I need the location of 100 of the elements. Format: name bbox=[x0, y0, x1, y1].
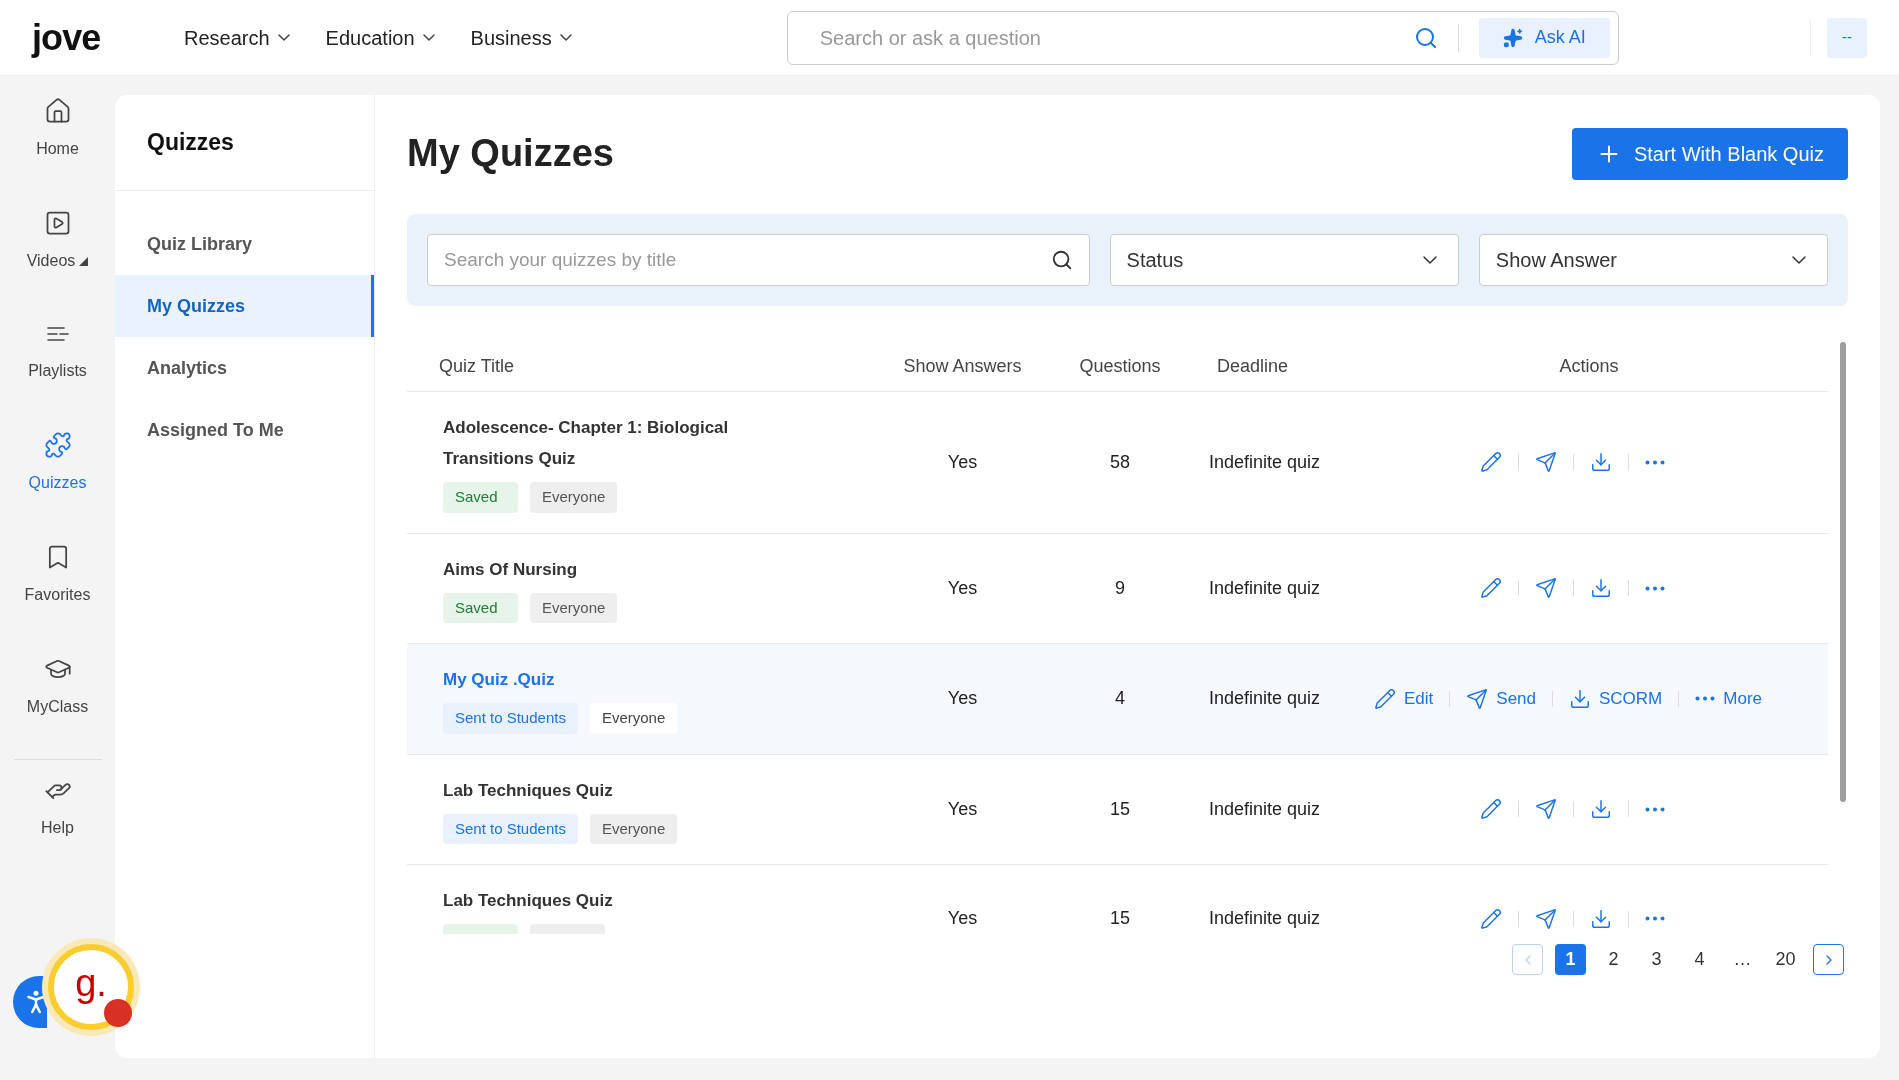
page-button[interactable]: 3 bbox=[1641, 944, 1672, 975]
send-action[interactable]: Send bbox=[1466, 686, 1536, 712]
search-placeholder: Search your quizzes by title bbox=[444, 247, 678, 272]
table-cell-text: Indefinite quiz bbox=[1208, 576, 1322, 600]
download-action[interactable] bbox=[1590, 577, 1612, 600]
rail-item[interactable]: Videos bbox=[0, 197, 115, 285]
status-tag: Everyone bbox=[530, 482, 618, 513]
table-cell-text: 9 bbox=[1114, 576, 1126, 600]
pencil-icon bbox=[1374, 687, 1396, 710]
table-cell-text: Yes bbox=[946, 450, 979, 474]
download-icon bbox=[1590, 577, 1612, 600]
widget-logo: g. bbox=[75, 964, 107, 1002]
edit-action[interactable] bbox=[1480, 907, 1502, 930]
table-cell-text: 58 bbox=[1109, 450, 1131, 474]
filter-dropdown[interactable]: Status bbox=[1109, 234, 1459, 286]
more-action[interactable] bbox=[1645, 916, 1665, 921]
rail-label: MyClass bbox=[26, 697, 89, 717]
accessibility-button[interactable] bbox=[13, 976, 47, 1028]
more-icon bbox=[1645, 916, 1665, 921]
more-action[interactable] bbox=[1645, 585, 1665, 591]
status-tag: Everyone bbox=[589, 703, 678, 734]
more-icon bbox=[1645, 459, 1665, 465]
scrollbar[interactable] bbox=[1840, 342, 1846, 802]
table-cell-text: 15 bbox=[1109, 797, 1131, 821]
column-header: Quiz Title bbox=[438, 355, 516, 378]
ask-ai-button[interactable]: Ask AI bbox=[1478, 17, 1610, 58]
page-button[interactable]: 4 bbox=[1684, 944, 1715, 975]
download-action[interactable] bbox=[1590, 907, 1612, 930]
more-icon bbox=[1695, 696, 1716, 702]
download-icon bbox=[1590, 907, 1612, 930]
nav-menu[interactable]: Business bbox=[470, 22, 572, 53]
quiz-title: Lab Techniques Quiz bbox=[443, 890, 614, 912]
search-icon bbox=[1050, 249, 1073, 271]
nav-menu[interactable]: Education bbox=[325, 22, 435, 53]
page-title: My Quizzes bbox=[407, 131, 614, 176]
page-button[interactable]: … bbox=[1727, 944, 1758, 975]
more-icon bbox=[1645, 585, 1665, 591]
rail-label: Favorites bbox=[24, 585, 91, 605]
rail-label: Videos bbox=[26, 251, 76, 271]
status-tag: Everyone bbox=[530, 592, 618, 623]
search-placeholder: Search or ask a question bbox=[819, 25, 1042, 51]
more-action[interactable] bbox=[1645, 806, 1665, 812]
pencil-icon bbox=[1480, 451, 1502, 474]
table-row[interactable]: My Quiz .Quiz Sent to Students Everyone Yes 4 Indefinite quiz Edit Send SCORM More bbox=[407, 644, 1828, 755]
section-menu-item[interactable]: Assigned To Me bbox=[115, 399, 374, 461]
page-button[interactable]: 1 bbox=[1555, 944, 1586, 975]
page-button[interactable]: 2 bbox=[1598, 944, 1629, 975]
status-tag: Saved bbox=[443, 592, 518, 623]
chevron-down-icon bbox=[559, 34, 572, 41]
edit-action[interactable] bbox=[1480, 798, 1502, 821]
send-action[interactable] bbox=[1535, 451, 1557, 474]
rail-item[interactable]: Quizzes bbox=[0, 419, 115, 507]
rail-item[interactable]: Help bbox=[0, 764, 115, 852]
start-blank-quiz-button[interactable]: Start With Blank Quiz bbox=[1571, 127, 1848, 180]
download-icon bbox=[1590, 451, 1612, 474]
download-icon bbox=[1590, 798, 1612, 821]
rail-label: Quizzes bbox=[28, 473, 87, 493]
table-cell-text: Indefinite quiz bbox=[1208, 907, 1322, 930]
more-action[interactable] bbox=[1645, 459, 1665, 465]
send-icon bbox=[1535, 798, 1557, 821]
search-bar[interactable]: Search or ask a question Ask AI bbox=[786, 10, 1619, 65]
section-menu-item[interactable]: Quiz Library bbox=[115, 213, 374, 275]
download-action[interactable]: SCORM bbox=[1569, 686, 1663, 712]
table-cell-text: Indefinite quiz bbox=[1208, 797, 1322, 821]
send-icon bbox=[1535, 907, 1557, 930]
rail-item[interactable]: Favorites bbox=[0, 531, 115, 619]
filter-dropdown[interactable]: Show Answer bbox=[1478, 234, 1828, 286]
quiz-title: Lab Techniques Quiz bbox=[443, 779, 614, 802]
edit-action[interactable]: Edit bbox=[1374, 686, 1434, 712]
more-action[interactable]: More bbox=[1695, 686, 1762, 712]
rail-item[interactable]: Playlists bbox=[0, 309, 115, 395]
logo[interactable]: jove bbox=[32, 10, 152, 65]
page-button[interactable]: 20 bbox=[1770, 944, 1801, 975]
next-page-button[interactable] bbox=[1813, 944, 1844, 975]
user-button[interactable]: -- bbox=[1827, 17, 1867, 58]
nav-menu[interactable]: Research bbox=[184, 22, 290, 53]
status-tag: Sent to Students bbox=[443, 703, 578, 734]
send-icon bbox=[1535, 451, 1557, 474]
send-action[interactable] bbox=[1535, 798, 1557, 821]
quiz-title[interactable]: My Quiz .Quiz bbox=[443, 664, 854, 695]
download-action[interactable] bbox=[1590, 451, 1612, 474]
download-action[interactable] bbox=[1590, 798, 1612, 821]
send-action[interactable] bbox=[1535, 577, 1557, 600]
search-icon[interactable] bbox=[1413, 25, 1438, 50]
edit-action[interactable] bbox=[1480, 577, 1502, 600]
rail-item[interactable]: Home bbox=[0, 85, 115, 173]
send-icon bbox=[1535, 577, 1557, 600]
quiz-title: Adolescence- Chapter 1: Biological Transitions Quiz bbox=[443, 417, 730, 470]
section-menu-item[interactable]: My Quizzes bbox=[115, 275, 374, 337]
rail-item[interactable]: MyClass bbox=[0, 643, 115, 731]
column-header: Show Answers bbox=[902, 355, 1023, 378]
section-menu-item[interactable]: Analytics bbox=[115, 337, 374, 399]
sparkle-icon bbox=[1502, 27, 1523, 48]
table-cell-text: Indefinite quiz bbox=[1208, 450, 1322, 474]
send-action[interactable] bbox=[1535, 907, 1557, 930]
table-cell-text: Yes bbox=[946, 907, 979, 930]
edit-action[interactable] bbox=[1480, 451, 1502, 474]
pencil-icon bbox=[1480, 907, 1502, 930]
column-header: Deadline bbox=[1216, 355, 1290, 378]
rail-label: Help bbox=[41, 818, 74, 838]
